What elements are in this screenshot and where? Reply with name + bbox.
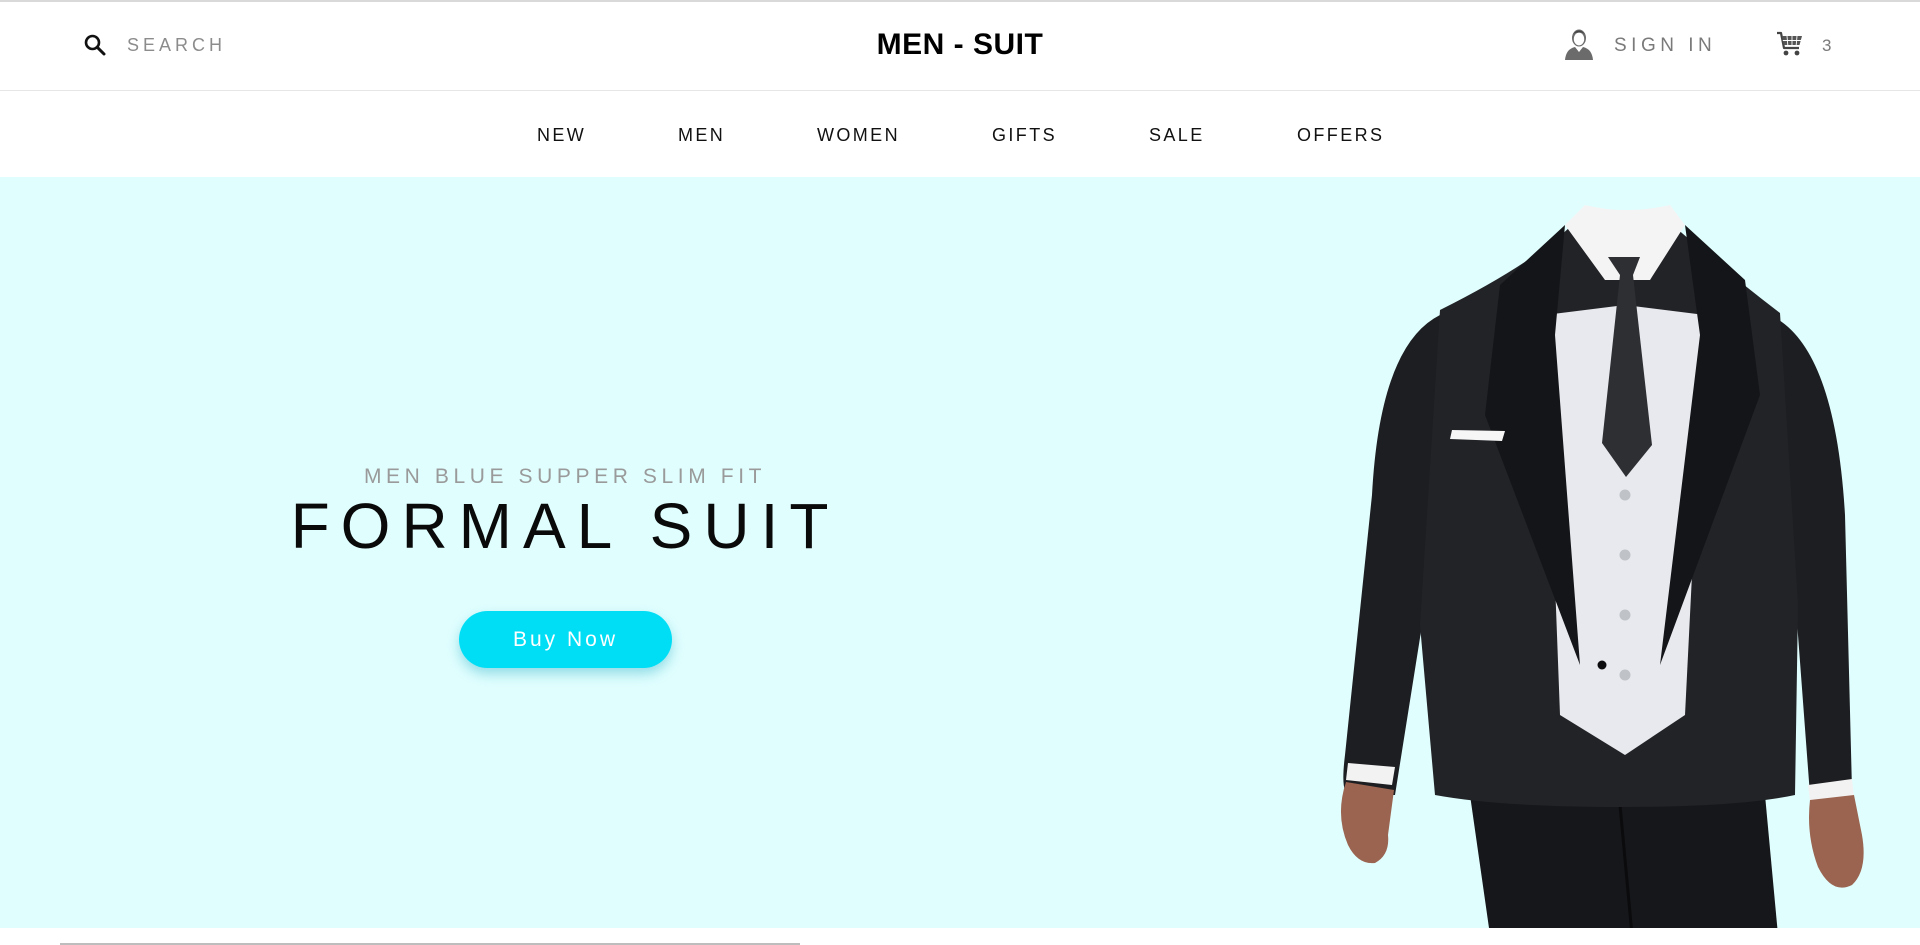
hero-title: FORMAL SUIT xyxy=(290,490,840,562)
nav-item-sale[interactable]: SALE xyxy=(1149,125,1205,146)
cart-button[interactable]: 3 xyxy=(1776,30,1833,62)
cart-icon[interactable] xyxy=(1776,30,1804,63)
sign-in-link[interactable]: SIGN IN xyxy=(1564,28,1716,64)
user-icon[interactable] xyxy=(1564,28,1594,65)
nav-item-gifts[interactable]: GIFTS xyxy=(992,125,1057,146)
nav-item-men[interactable]: MEN xyxy=(678,125,725,146)
hero-banner: MEN BLUE SUPPER SLIM FIT FORMAL SUIT Buy… xyxy=(0,177,1920,928)
nav-item-offers[interactable]: OFFERS xyxy=(1297,125,1384,146)
site-header: SEARCH MEN - SUIT SIGN IN 3 xyxy=(0,2,1920,91)
nav-item-women[interactable]: WOMEN xyxy=(817,125,900,146)
sign-in-label[interactable]: SIGN IN xyxy=(1614,35,1716,57)
formal-suit-image xyxy=(1340,205,1864,928)
bottom-edge xyxy=(0,928,1920,945)
hero-subtitle: MEN BLUE SUPPER SLIM FIT xyxy=(363,465,767,488)
cart-count[interactable]: 3 xyxy=(1822,36,1833,56)
nav-item-new[interactable]: NEW xyxy=(537,125,586,146)
main-nav: NEW MEN WOMEN GIFTS SALE OFFERS xyxy=(0,91,1920,177)
buy-now-button[interactable]: Buy Now xyxy=(459,611,672,668)
